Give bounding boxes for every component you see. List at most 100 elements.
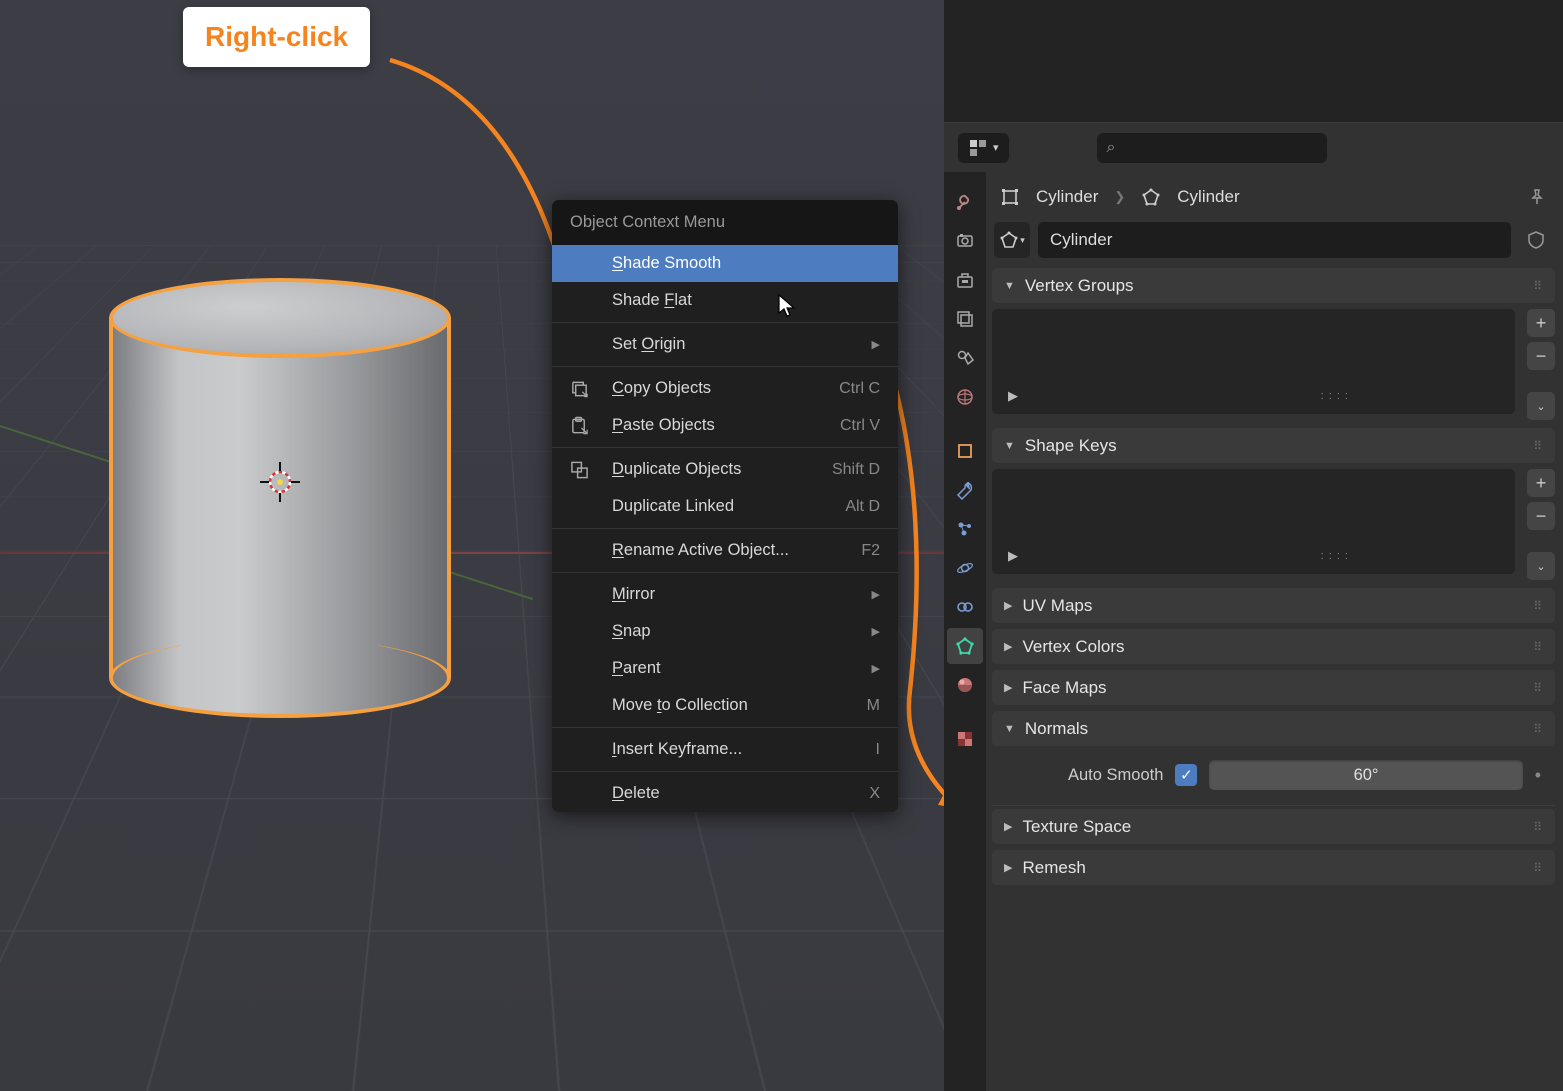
breadcrumb: Cylinder ❯ Cylinder [992, 178, 1555, 216]
add-button[interactable]: + [1527, 309, 1555, 337]
tab-world[interactable] [947, 379, 983, 415]
separator [552, 771, 898, 772]
properties-header: ▾ ⌕ [944, 122, 1563, 172]
particles-icon [955, 519, 975, 539]
3d-cursor-icon [258, 460, 302, 504]
auto-smooth-checkbox[interactable]: ✓ [1175, 764, 1197, 786]
auto-smooth-label: Auto Smooth [1068, 766, 1163, 785]
normals-header[interactable]: Normals⠿ [992, 711, 1555, 746]
shape-keys-header[interactable]: Shape Keys⠿ [992, 428, 1555, 463]
search-input[interactable]: ⌕ [1097, 133, 1327, 163]
menu-duplicate-objects[interactable]: Duplicate ObjectsShift D [552, 451, 898, 488]
normals-panel: Auto Smooth ✓ 60° • [992, 752, 1555, 802]
mesh-bc-icon [1141, 187, 1161, 207]
object-icon [955, 441, 975, 461]
tab-modifiers[interactable] [947, 472, 983, 508]
tab-object[interactable] [947, 433, 983, 469]
texture-icon [955, 729, 975, 749]
material-icon [955, 675, 975, 695]
search-icon: ⌕ [1107, 139, 1116, 157]
mesh-icon [999, 230, 1019, 250]
remove-button[interactable]: − [1527, 342, 1555, 370]
datablock-dropdown[interactable]: ▾ [994, 222, 1030, 258]
face-maps-header[interactable]: Face Maps⠿ [992, 670, 1555, 705]
copy-icon [570, 379, 589, 398]
texture-space-header[interactable]: Texture Space⠿ [992, 809, 1555, 844]
tab-view-layer[interactable] [947, 301, 983, 337]
animate-property-button[interactable]: • [1535, 765, 1541, 786]
specials-dropdown[interactable]: ⌄ [1527, 392, 1555, 420]
menu-rename-active[interactable]: Rename Active Object...F2 [552, 532, 898, 569]
menu-parent[interactable]: Parent [552, 650, 898, 687]
tab-object-data[interactable] [947, 628, 983, 664]
menu-delete[interactable]: DeleteX [552, 775, 898, 812]
remesh-header[interactable]: Remesh⠿ [992, 850, 1555, 885]
mesh-icon [955, 636, 975, 656]
context-menu-title: Object Context Menu [552, 200, 898, 245]
breadcrumb-object[interactable]: Cylinder [1036, 187, 1098, 207]
specials-dropdown[interactable]: ⌄ [1527, 552, 1555, 580]
cursor-icon [777, 293, 797, 319]
render-icon [955, 231, 975, 251]
vertex-colors-header[interactable]: Vertex Colors⠿ [992, 629, 1555, 664]
tab-render[interactable] [947, 223, 983, 259]
remove-button[interactable]: − [1527, 502, 1555, 530]
tab-material[interactable] [947, 667, 983, 703]
editor-type-dropdown[interactable]: ▾ [958, 133, 1009, 163]
annotation-label: Right-click [183, 7, 370, 67]
uv-maps-header[interactable]: UV Maps⠿ [992, 588, 1555, 623]
tab-output[interactable] [947, 262, 983, 298]
tab-particles[interactable] [947, 511, 983, 547]
pin-icon[interactable] [1527, 187, 1547, 207]
tab-physics[interactable] [947, 550, 983, 586]
menu-snap[interactable]: Snap [552, 613, 898, 650]
scene-icon [955, 348, 975, 368]
separator [552, 366, 898, 367]
separator [552, 727, 898, 728]
tab-constraints[interactable] [947, 589, 983, 625]
breadcrumb-data[interactable]: Cylinder [1177, 187, 1239, 207]
cylinder-bottom [109, 638, 451, 718]
menu-copy-objects[interactable]: Copy ObjectsCtrl C [552, 370, 898, 407]
separator [552, 322, 898, 323]
separator [552, 528, 898, 529]
vertex-groups-header[interactable]: Vertex Groups⠿ [992, 268, 1555, 303]
wrench-icon [955, 480, 975, 500]
menu-mirror[interactable]: Mirror [552, 576, 898, 613]
chevron-right-icon: ❯ [1114, 189, 1125, 205]
top-bar [944, 0, 1563, 122]
layers-icon [955, 309, 975, 329]
world-icon [955, 387, 975, 407]
object-data-properties: Cylinder ❯ Cylinder ▾ Vertex Groups⠿ [986, 172, 1563, 1091]
shape-keys-list[interactable]: ▶: : : : [992, 469, 1515, 574]
tab-texture[interactable] [947, 721, 983, 757]
properties-icon [968, 138, 988, 158]
add-button[interactable]: + [1527, 469, 1555, 497]
properties-panel: ▾ ⌕ Cylinder [944, 0, 1563, 1091]
menu-shade-flat[interactable]: Shade Flat [552, 282, 898, 319]
physics-icon [955, 558, 975, 578]
object-context-menu: Object Context Menu Shade Smooth Shade F… [552, 200, 898, 812]
menu-paste-objects[interactable]: Paste ObjectsCtrl V [552, 407, 898, 444]
menu-set-origin[interactable]: Set Origin [552, 326, 898, 363]
auto-smooth-angle-input[interactable]: 60° [1209, 760, 1522, 790]
separator [552, 447, 898, 448]
menu-shade-smooth[interactable]: Shade Smooth [552, 245, 898, 282]
menu-duplicate-linked[interactable]: Duplicate LinkedAlt D [552, 488, 898, 525]
tab-tool[interactable] [947, 184, 983, 220]
tab-scene[interactable] [947, 340, 983, 376]
menu-insert-keyframe[interactable]: Insert Keyframe...I [552, 731, 898, 768]
separator [552, 572, 898, 573]
constraint-icon [955, 597, 975, 617]
properties-tabs [944, 172, 986, 1091]
mesh-name-input[interactable] [1038, 222, 1511, 258]
duplicate-icon [570, 460, 589, 479]
tool-icon [955, 192, 975, 212]
object-bc-icon [1000, 187, 1020, 207]
menu-move-to-collection[interactable]: Move to CollectionM [552, 687, 898, 724]
vertex-groups-list[interactable]: ▶: : : : [992, 309, 1515, 414]
paste-icon [570, 416, 589, 435]
output-icon [955, 270, 975, 290]
fake-user-button[interactable] [1519, 223, 1553, 257]
shield-icon [1526, 230, 1546, 250]
